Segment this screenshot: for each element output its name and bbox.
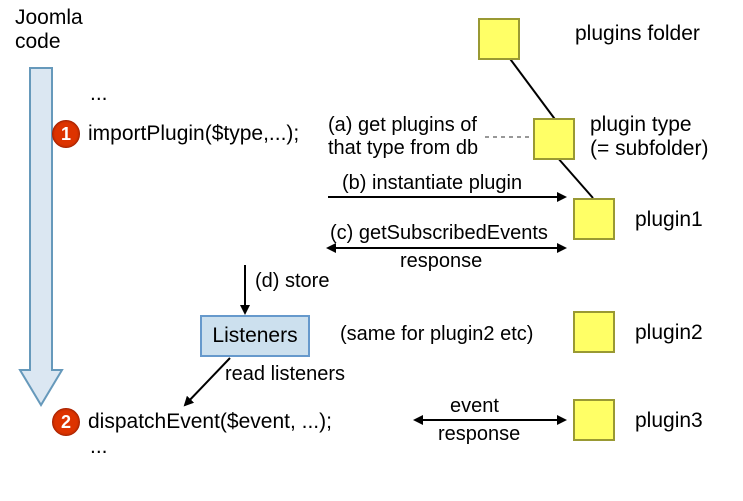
event-label: event [450, 395, 499, 418]
plugins-folder-box [478, 18, 520, 60]
plugins-folder-label: plugins folder [575, 22, 700, 46]
plugin3-box [573, 399, 615, 441]
b-label: (b) instantiate plugin [342, 172, 522, 195]
event-response-label: response [438, 423, 520, 446]
listeners-box-label: Listeners [212, 324, 297, 348]
plugin-type-label: plugin type (= subfolder) [590, 113, 708, 161]
listeners-box: Listeners [200, 315, 310, 357]
c-label: (c) getSubscribedEvents [330, 222, 548, 245]
plugin-type-box [533, 118, 575, 160]
a-label: (a) get plugins of that type from db [328, 114, 478, 160]
plugin3-label: plugin3 [635, 409, 703, 433]
title-text: Joomla code [15, 6, 83, 54]
d-label: (d) store [255, 270, 329, 293]
step1-code: importPlugin($type,...); [88, 122, 299, 146]
plugin1-label: plugin1 [635, 208, 703, 232]
c-response: response [400, 250, 482, 273]
plugin1-box [573, 198, 615, 240]
diagram-stage: Joomla code ... 1 importPlugin($type,...… [0, 0, 743, 501]
step-marker-1: 1 [52, 120, 80, 148]
step-marker-2-num: 2 [61, 412, 71, 433]
step2-code: dispatchEvent($event, ...); [88, 410, 332, 434]
same-for-label: (same for plugin2 etc) [340, 323, 533, 346]
big-down-arrow-icon [20, 68, 62, 405]
ellipsis-top: ... [90, 82, 108, 106]
plugin2-box [573, 311, 615, 353]
step-marker-1-num: 1 [61, 124, 71, 145]
step-marker-2: 2 [52, 408, 80, 436]
plugin2-label: plugin2 [635, 321, 703, 345]
ellipsis-bottom: ... [90, 435, 108, 459]
read-listeners-label: read listeners [225, 363, 345, 386]
